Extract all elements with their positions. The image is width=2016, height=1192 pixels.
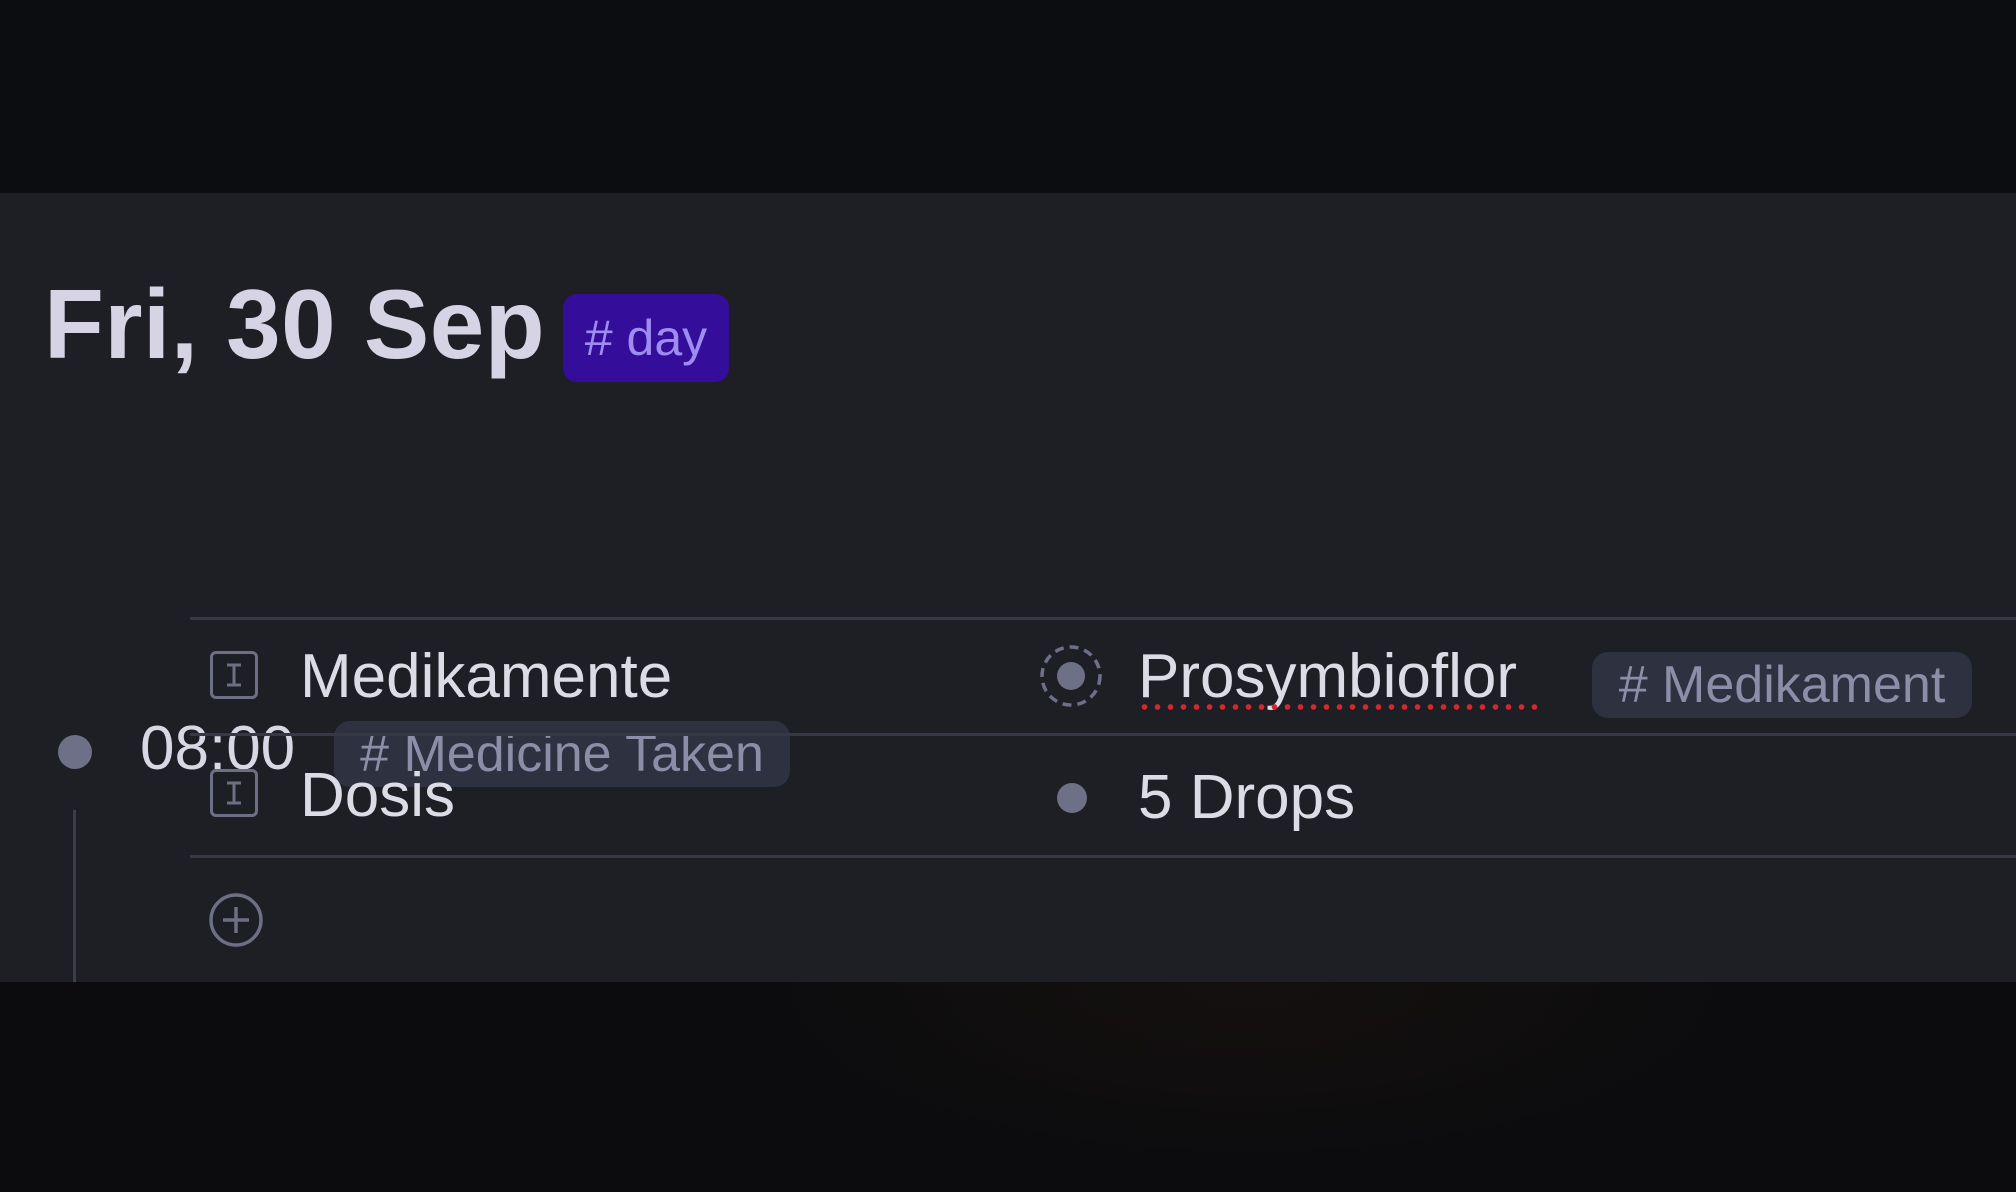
- spellcheck-underline: [1138, 702, 1544, 712]
- field-label-medikamente[interactable]: Medikamente: [300, 646, 672, 708]
- bottom-backdrop: [0, 982, 2016, 1192]
- entry-bullet-icon[interactable]: [58, 735, 92, 769]
- text-field-icon: [210, 651, 258, 699]
- dose-value[interactable]: 5 Drops: [1138, 767, 1355, 829]
- top-backdrop: [0, 0, 2016, 193]
- medication-value-link[interactable]: Prosymbioflor: [1138, 646, 1517, 708]
- field-divider: [190, 617, 2016, 620]
- daily-note-panel: Fri, 30 Sep # day 08:00 # Medicine Taken…: [0, 193, 2016, 982]
- bullet-icon[interactable]: [1057, 783, 1087, 813]
- field-divider: [190, 733, 2016, 736]
- field-divider: [190, 855, 2016, 858]
- tree-connector: [73, 810, 76, 982]
- text-field-icon: [210, 769, 258, 817]
- medikament-tag[interactable]: # Medikament: [1592, 652, 1972, 718]
- page-title: Fri, 30 Sep: [44, 269, 546, 379]
- reference-node-icon[interactable]: [1038, 643, 1104, 709]
- field-label-dosis[interactable]: Dosis: [300, 765, 455, 827]
- add-field-icon[interactable]: [208, 892, 264, 948]
- day-tag[interactable]: # day: [563, 294, 729, 382]
